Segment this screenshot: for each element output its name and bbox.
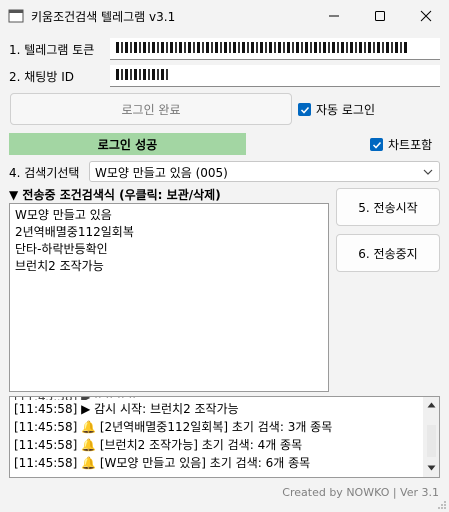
footer-credit: Created by NOWKO | Ver 3.1 (282, 486, 439, 499)
maximize-icon (375, 11, 385, 21)
log-scrollbar[interactable] (423, 397, 439, 477)
search-select-value: W모양 만들고 있음 (005) (95, 166, 228, 180)
maximize-button[interactable] (357, 0, 403, 32)
checkbox-checked-icon (298, 103, 311, 116)
include-chart-checkbox[interactable]: 차트포함 (370, 136, 432, 153)
scroll-thumb[interactable] (427, 425, 436, 457)
window-title: 키움조건검색 텔레그램 v3.1 (31, 10, 176, 24)
telegram-token-label: 1. 텔레그램 토큰 (9, 43, 95, 57)
start-sending-button[interactable]: 5. 전송시작 (336, 188, 440, 226)
checkbox-checked-icon (370, 138, 383, 151)
log-line: [11:45:58] 🔔 [W모양 만들고 있음] 초기 검색: 6개 종목 (14, 456, 311, 470)
token-redaction (116, 42, 408, 53)
auto-login-label: 자동 로그인 (316, 103, 376, 117)
close-button[interactable] (403, 0, 449, 32)
log-line: [11:45:58] 🔔 [브런치2 조작가능] 초기 검색: 4개 종목 (14, 438, 303, 452)
login-status-badge: 로그인 성공 (9, 133, 246, 155)
list-item[interactable]: 2년역배멸중112일회복 (15, 224, 323, 241)
resize-grip-icon[interactable] (437, 500, 447, 510)
title-bar[interactable]: 키움조건검색 텔레그램 v3.1 (0, 0, 449, 32)
chat-id-label: 2. 채팅방 ID (9, 70, 74, 84)
list-item[interactable]: W모양 만들고 있음 (15, 207, 323, 224)
chat-id-input[interactable] (110, 65, 440, 87)
auto-login-checkbox[interactable]: 자동 로그인 (298, 101, 375, 118)
telegram-token-input[interactable] (110, 38, 440, 60)
log-panel[interactable]: [11:45:58] ▶ ·· ·· ·· ·· [11:45:58] ▶ 감시… (9, 396, 440, 478)
search-select-label: 4. 검색기선택 (9, 166, 80, 180)
minimize-button[interactable] (311, 0, 357, 32)
list-item[interactable]: 단타-하락반등확인 (15, 241, 323, 258)
stop-sending-button[interactable]: 6. 전송중지 (336, 234, 440, 272)
list-item[interactable]: 브런치2 조작가능 (15, 258, 323, 275)
scroll-down-icon[interactable] (427, 465, 436, 471)
chat-id-redaction (116, 69, 168, 80)
log-line: [11:45:58] ▶ 감시 시작: 브런치2 조작가능 (14, 402, 239, 416)
scroll-up-icon[interactable] (427, 402, 436, 408)
login-button[interactable]: 로그인 완료 (10, 93, 292, 125)
conditions-header: ▼ 전송중 조건검색식 (우클릭: 보관/삭제) (9, 188, 221, 202)
include-chart-label: 차트포함 (388, 138, 433, 152)
app-icon (8, 8, 24, 24)
search-select-dropdown[interactable]: W모양 만들고 있음 (005) (89, 161, 440, 182)
minimize-icon (329, 15, 339, 17)
close-icon (420, 10, 432, 22)
chevron-down-icon (423, 169, 433, 175)
conditions-list[interactable]: W모양 만들고 있음 2년역배멸중112일회복 단타-하락반등확인 브런치2 조… (9, 203, 329, 392)
log-line: [11:45:58] 🔔 [2년역배멸중112일회복] 초기 검색: 3개 종목 (14, 420, 333, 434)
